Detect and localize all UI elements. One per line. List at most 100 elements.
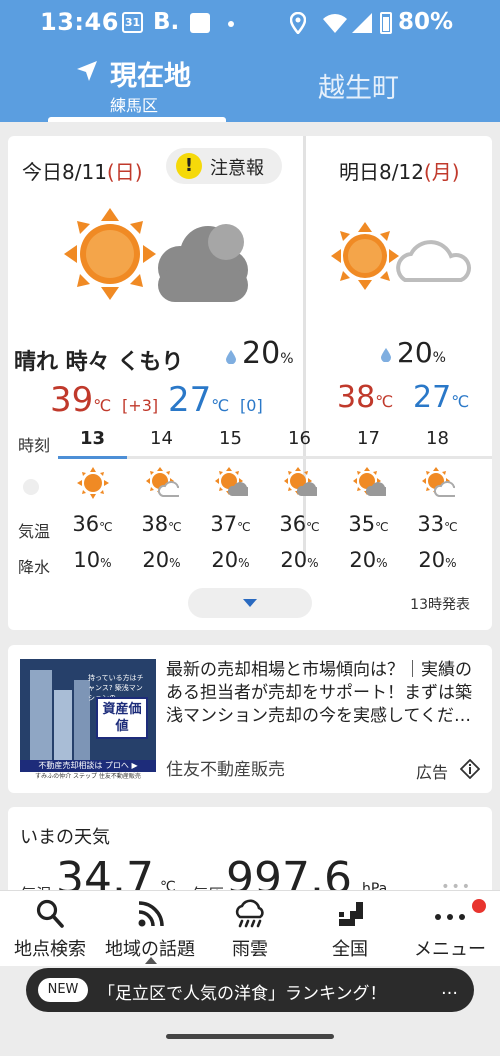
sun-icon (77, 467, 109, 499)
calendar-icon: 31 (122, 12, 143, 33)
today-high: 39℃ [+3] (50, 380, 158, 420)
warning-badge[interactable]: ! 注意報 (166, 148, 282, 184)
tomorrow-high-unit: ℃ (375, 392, 394, 411)
sun-cloud-icon (331, 222, 471, 290)
sun-faded-icon (23, 479, 39, 495)
hour-temp: 36℃ (265, 512, 334, 536)
today-prefix: 今日 (22, 160, 62, 184)
ad-image: 持っている方はチャンス? 築浅マンションの 資産価値 不動産売却相談は プロへ … (20, 659, 156, 782)
hour-temp-value: 35 (348, 512, 376, 536)
hour-label: 16 (288, 428, 311, 449)
hour-rain-unit: % (238, 556, 250, 570)
ad-text[interactable]: 最新の売却相場と市場傾向は？｜実績のある担当者が売却をサポート！まずは築浅マンシ… (166, 659, 480, 728)
battery-percent: 80% (398, 9, 454, 35)
nav-label: 全国 (332, 939, 368, 960)
hour-temp-unit: ℃ (168, 520, 182, 534)
chevron-down-icon (243, 599, 257, 607)
tab-label: 現在地 (110, 61, 191, 92)
status-time: 13:46 (40, 8, 119, 36)
nav-label: メニュー (414, 939, 486, 960)
hour-rain: 20% (334, 548, 403, 572)
hour-row-label: 時刻 (18, 436, 51, 455)
today-dow: (日) (106, 160, 143, 184)
rain-row-label: 降水 (18, 558, 51, 574)
app-notification-icon (190, 13, 210, 33)
tab-ogose[interactable]: 越生町 (318, 66, 399, 105)
current-weather-title: いまの天気 (20, 827, 110, 848)
more-notifications-icon (228, 21, 234, 27)
hour-temp: 33℃ (403, 512, 472, 536)
tomorrow-date: 明日8/12(月) (339, 156, 460, 185)
sun-cloud-icon (284, 467, 317, 496)
location-arrow-icon (77, 61, 97, 81)
tomorrow-low-value: 27 (413, 380, 452, 415)
tab-current-location[interactable]: 現在地 練馬区 (48, 50, 226, 122)
new-badge: NEW (38, 978, 88, 1002)
news-ticker[interactable]: NEW 「足立区で人気の洋食」ランキング！ … (26, 968, 474, 1012)
hour-temp-unit: ℃ (444, 520, 458, 534)
ticker-text: 「足立区で人気の洋食」ランキング！ (98, 984, 387, 1004)
hour-temp-value: 36 (72, 512, 100, 536)
tomorrow-dow: (月) (423, 160, 460, 184)
today-low: 27℃ [0] (168, 380, 263, 420)
hour-temp-value: 33 (417, 512, 445, 536)
ad-card[interactable]: 持っている方はチャンス? 築浅マンションの 資産価値 不動産売却相談は プロへ … (8, 645, 492, 793)
gesture-bar[interactable] (166, 1034, 334, 1039)
hour-rain-unit: % (376, 556, 388, 570)
hour-temp-unit: ℃ (237, 520, 251, 534)
hour-label: 18 (426, 428, 449, 449)
today-high-unit: ℃ (93, 396, 112, 415)
tomorrow-rain-prob: 20% (397, 336, 446, 369)
hour-rain-value: 20 (211, 548, 239, 572)
hour-label: 13 (79, 428, 106, 449)
hour-rain-value: 20 (280, 548, 308, 572)
today-date: 今日8/11(日) (22, 156, 143, 185)
nav-rain-radar[interactable]: 雨雲 (200, 891, 300, 967)
hour-temp-unit: ℃ (375, 520, 389, 534)
hour-rain: 20% (403, 548, 472, 572)
app-header: 13:46 31 B. 80% 現在地 練馬区 越生町 (0, 0, 500, 122)
search-icon (36, 899, 64, 928)
hourly-columns: 13 36℃ 10% 14 38℃ 20% 15 37℃ 20% 16 36℃ (58, 424, 492, 574)
sun-cloud-icon (146, 467, 179, 497)
today-high-diff: [+3] (122, 396, 159, 415)
hour-column: 16 36℃ 20% (265, 424, 334, 572)
tab-active-indicator (48, 117, 226, 122)
location-icon (290, 12, 306, 34)
nav-label: 雨雲 (232, 939, 268, 960)
hour-rain: 20% (265, 548, 334, 572)
hour-rain: 10% (58, 548, 127, 572)
sun-cloud-icon (422, 467, 455, 497)
ad-info-icon[interactable] (460, 759, 480, 779)
nav-location-search[interactable]: 地点検索 (0, 891, 100, 967)
hour-scrollbar (58, 456, 492, 459)
nav-nationwide[interactable]: 全国 (300, 891, 400, 967)
hourly-forecast[interactable]: 時刻 気温 降水 13 36℃ 10% 14 38℃ 20% 15 37℃ 20… (8, 424, 492, 574)
ad-label: 広告 (416, 763, 449, 782)
rain-drop-icon (226, 350, 236, 364)
today-rain-unit: % (280, 351, 294, 367)
hour-rain: 20% (196, 548, 265, 572)
rss-icon (138, 901, 164, 927)
hour-rain: 20% (127, 548, 196, 572)
status-bar: 13:46 31 B. 80% (0, 0, 500, 46)
hour-temp-value: 38 (141, 512, 169, 536)
tomorrow-rain-value: 20 (397, 336, 433, 369)
hour-temp: 36℃ (58, 512, 127, 536)
tab-sublabel: 練馬区 (110, 96, 159, 115)
today-rain-value: 20 (242, 336, 281, 371)
rain-drop-icon (381, 348, 391, 362)
sun-cloud-icon (215, 467, 248, 496)
expand-hourly-button[interactable] (188, 588, 312, 618)
today-low-diff: [0] (240, 396, 263, 415)
hour-temp-unit: ℃ (99, 520, 113, 534)
tomorrow-rain-unit: % (432, 350, 446, 366)
ad-image-band: 不動産売却相談は プロへ ▶ (20, 760, 156, 772)
temp-row-label: 気温 (18, 522, 51, 541)
issued-time: 13時発表 (410, 597, 470, 613)
tomorrow-low-unit: ℃ (451, 392, 470, 411)
today-telop: 晴れ 時々 くもり (14, 350, 184, 375)
nav-local-topics[interactable]: 地域の話題 (100, 891, 200, 967)
building-graphic (54, 690, 72, 760)
tomorrow-date-value: 8/12 (379, 160, 424, 184)
